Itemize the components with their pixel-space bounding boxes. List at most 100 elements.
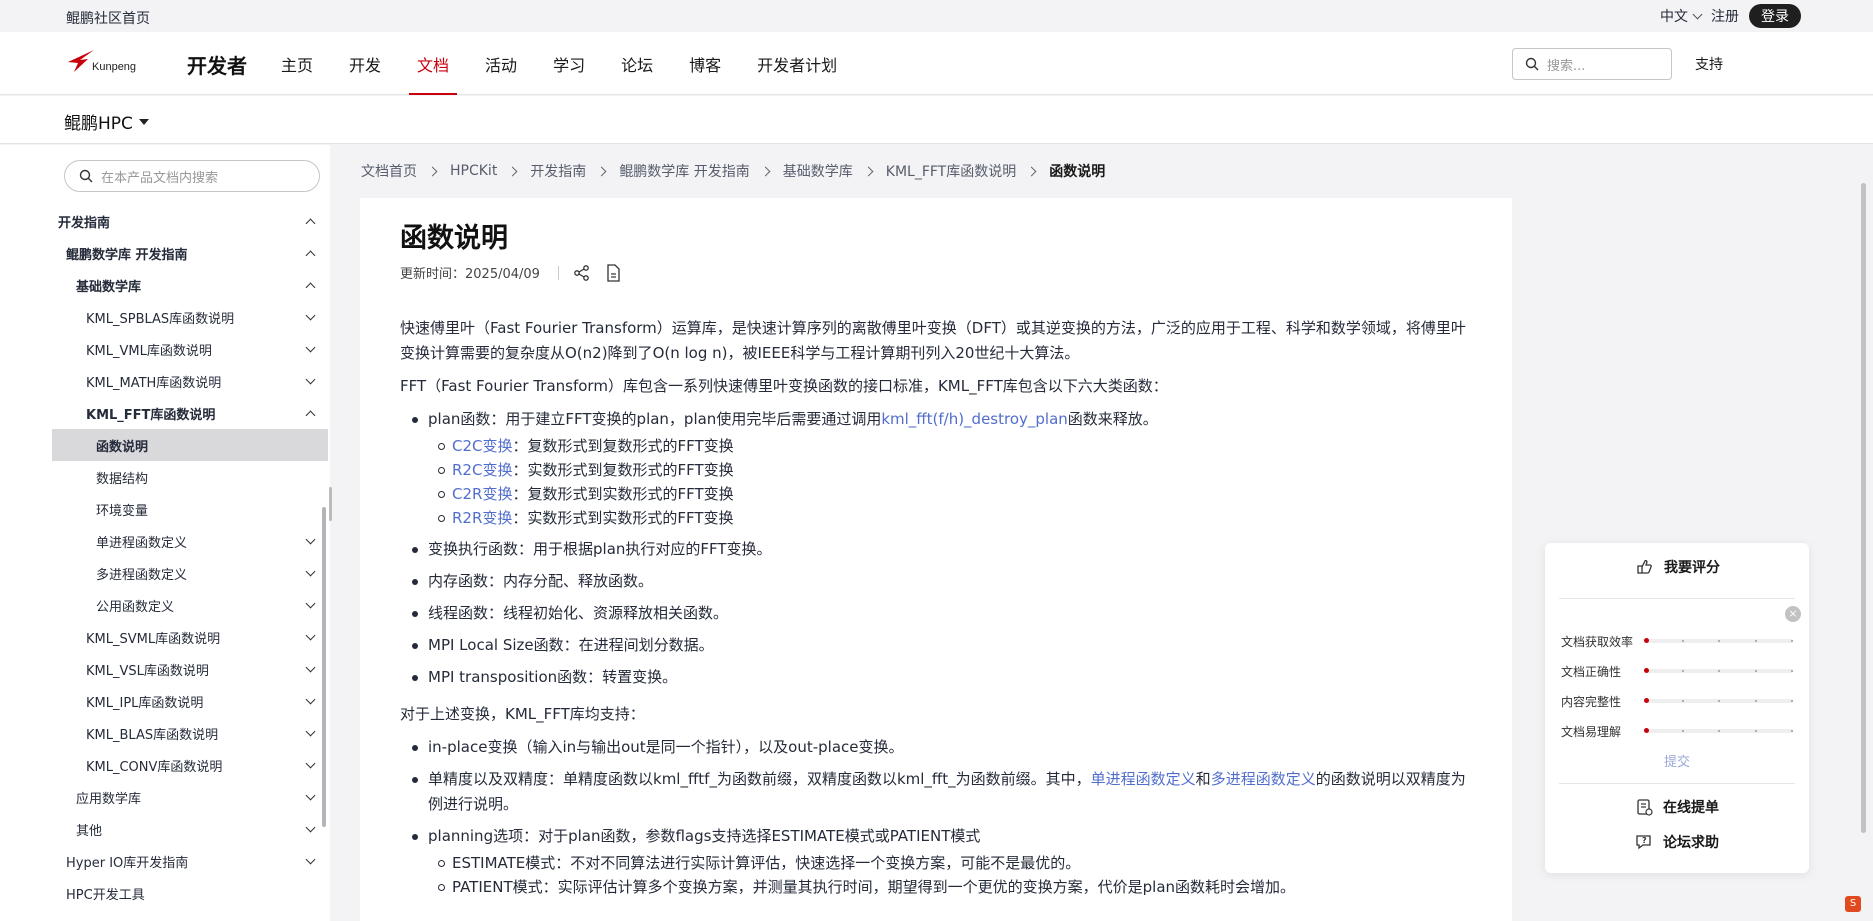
sidebar-scrollbar[interactable] (322, 507, 326, 827)
chevron-down-icon[interactable] (305, 566, 316, 576)
nav-item[interactable]: 开发 (349, 32, 381, 95)
sidebar-tree-item[interactable]: 函数说明 (52, 429, 328, 461)
sidebar-tree-item[interactable]: 其他 (52, 813, 328, 845)
slider-knob[interactable] (1644, 698, 1649, 703)
transform-link[interactable]: C2R变换 (452, 485, 512, 503)
chevron-down-icon[interactable] (305, 822, 316, 832)
register-link[interactable]: 注册 (1711, 6, 1739, 26)
slider-tick (1791, 670, 1793, 672)
chevron-down-icon[interactable] (305, 598, 316, 608)
chevron-right-icon (863, 166, 874, 176)
breadcrumb-link[interactable]: 鲲鹏数学库 开发指南 (619, 161, 749, 181)
product-doc-search-input[interactable]: 在本产品文档内搜索 (64, 160, 320, 192)
nav-item[interactable]: 学习 (553, 32, 585, 95)
rating-slider[interactable] (1644, 728, 1793, 733)
breadcrumb-link[interactable]: 基础数学库 (783, 161, 853, 181)
chevron-down-icon[interactable] (305, 374, 316, 384)
sidebar-tree-item[interactable]: 应用数学库 (52, 781, 328, 813)
chevron-up-icon[interactable] (305, 410, 316, 420)
slider-knob[interactable] (1644, 668, 1649, 673)
list-item: MPI transposition函数：转置变换。 (400, 665, 1470, 690)
slider-tick (1718, 700, 1720, 702)
sidebar-tree-item[interactable]: KML_IPL库函数说明 (52, 685, 328, 717)
sidebar-tree-item[interactable]: Hyper IO库开发指南 (52, 845, 328, 877)
sidebar-tree-item[interactable]: KML_VSL库函数说明 (52, 653, 328, 685)
nav-item[interactable]: 开发者计划 (757, 32, 837, 95)
support-list: in-place变换（输入in与输出out是同一个指针），以及out-place… (400, 735, 1470, 899)
sidebar-tree-item[interactable]: KML_BLAS库函数说明 (52, 717, 328, 749)
chevron-up-icon[interactable] (305, 250, 316, 260)
nav-item[interactable]: 主页 (281, 32, 313, 95)
chevron-up-icon[interactable] (305, 282, 316, 292)
chevron-down-icon[interactable] (305, 726, 316, 736)
breadcrumb-link[interactable]: 开发指南 (530, 161, 586, 181)
developer-brand[interactable]: 开发者 (187, 50, 247, 79)
chevron-down-icon[interactable] (305, 854, 316, 864)
page-scrollbar[interactable] (1861, 183, 1866, 833)
update-time-value: 2025/04/09 (465, 267, 540, 282)
sidebar-tree-label: KML_CONV库函数说明 (86, 759, 223, 775)
login-button[interactable]: 登录 (1749, 4, 1801, 28)
kunpeng-logo[interactable]: Kunpeng (66, 46, 140, 78)
share-icon[interactable] (573, 264, 591, 282)
single-process-link[interactable]: 单进程函数定义 (1091, 770, 1196, 788)
nav-item[interactable]: 博客 (689, 32, 721, 95)
rating-submit-button[interactable]: 提交 (1545, 751, 1809, 770)
chevron-up-icon[interactable] (305, 218, 316, 228)
transform-link[interactable]: C2C变换 (452, 437, 513, 455)
rating-slider[interactable] (1644, 638, 1793, 643)
sidebar-tree-item[interactable]: 多进程函数定义 (52, 557, 328, 589)
chevron-down-icon[interactable] (305, 342, 316, 352)
nav-item[interactable]: 活动 (485, 32, 517, 95)
sidebar-tree-item[interactable]: KML_SPBLAS库函数说明 (52, 301, 328, 333)
multi-process-link[interactable]: 多进程函数定义 (1211, 770, 1316, 788)
sidebar-tree-item[interactable]: KML_MATH库函数说明 (52, 365, 328, 397)
plan-sub-list: C2C变换：复数形式到复数形式的FFT变换 R2C变换：实数形式到复数形式的FFT… (428, 434, 1470, 530)
sidebar-tree-item[interactable]: 鲲鹏数学库 开发指南 (52, 237, 328, 269)
community-home-link[interactable]: 鲲鹏社区首页 (66, 8, 150, 28)
sidebar-tree-item[interactable]: KML_FFT库函数说明 (52, 397, 328, 429)
sidebar-tree-label: Hyper IO库开发指南 (66, 855, 189, 871)
chevron-down-icon[interactable] (305, 630, 316, 640)
chevron-down-icon[interactable] (305, 758, 316, 768)
sidebar-tree-item[interactable]: 开发指南 (52, 205, 328, 237)
site-search-input[interactable]: 搜索... (1512, 48, 1672, 80)
nav-item[interactable]: 论坛 (621, 32, 653, 95)
chevron-down-icon[interactable] (305, 310, 316, 320)
language-selector[interactable]: 中文 (1660, 6, 1703, 26)
sidebar-tree-item[interactable]: 公用函数定义 (52, 589, 328, 621)
chevron-down-icon[interactable] (305, 534, 316, 544)
transform-link[interactable]: R2R变换 (452, 509, 512, 527)
rating-slider[interactable] (1644, 668, 1793, 673)
product-selector[interactable]: 鲲鹏HPC (64, 109, 149, 134)
sidebar-tree-item[interactable]: 基础数学库 (52, 269, 328, 301)
nav-item[interactable]: 文档 (409, 32, 458, 95)
sidebar-tree-item[interactable]: KML_CONV库函数说明 (52, 749, 328, 781)
sidebar-tree-item[interactable]: 环境变量 (52, 493, 328, 525)
slider-knob[interactable] (1644, 638, 1649, 643)
sidebar-tree-item[interactable]: KML_VML库函数说明 (52, 333, 328, 365)
page-title: 函数说明 (400, 223, 508, 254)
breadcrumb-link[interactable]: 文档首页 (361, 161, 417, 181)
chevron-down-icon[interactable] (305, 662, 316, 672)
sidebar-tree-item[interactable]: 数据结构 (52, 461, 328, 493)
destroy-plan-link[interactable]: kml_fft(f/h)_destroy_plan (881, 410, 1067, 428)
chevron-down-icon[interactable] (305, 694, 316, 704)
transform-link[interactable]: R2C变换 (452, 461, 512, 479)
rating-slider[interactable] (1644, 698, 1793, 703)
breadcrumb-link[interactable]: HPCKit (450, 163, 497, 179)
support-link[interactable]: 支持 (1695, 54, 1723, 74)
online-ticket-button[interactable]: 在线提单 (1545, 797, 1809, 817)
sidebar-tree-item[interactable]: HPC开发工具 (52, 877, 328, 909)
chevron-down-icon[interactable] (305, 790, 316, 800)
close-icon[interactable]: × (1785, 606, 1801, 622)
sidebar-resize-handle[interactable] (329, 487, 332, 521)
slider-knob[interactable] (1644, 728, 1649, 733)
assistant-icon[interactable]: S (1845, 896, 1861, 912)
product-doc-search-placeholder: 在本产品文档内搜索 (101, 170, 219, 186)
forum-help-button[interactable]: ? 论坛求助 (1545, 832, 1809, 852)
breadcrumb-link[interactable]: KML_FFT库函数说明 (886, 161, 1016, 181)
pdf-download-icon[interactable] (605, 263, 621, 282)
sidebar-tree-item[interactable]: KML_SVML库函数说明 (52, 621, 328, 653)
sidebar-tree-item[interactable]: 单进程函数定义 (52, 525, 328, 557)
